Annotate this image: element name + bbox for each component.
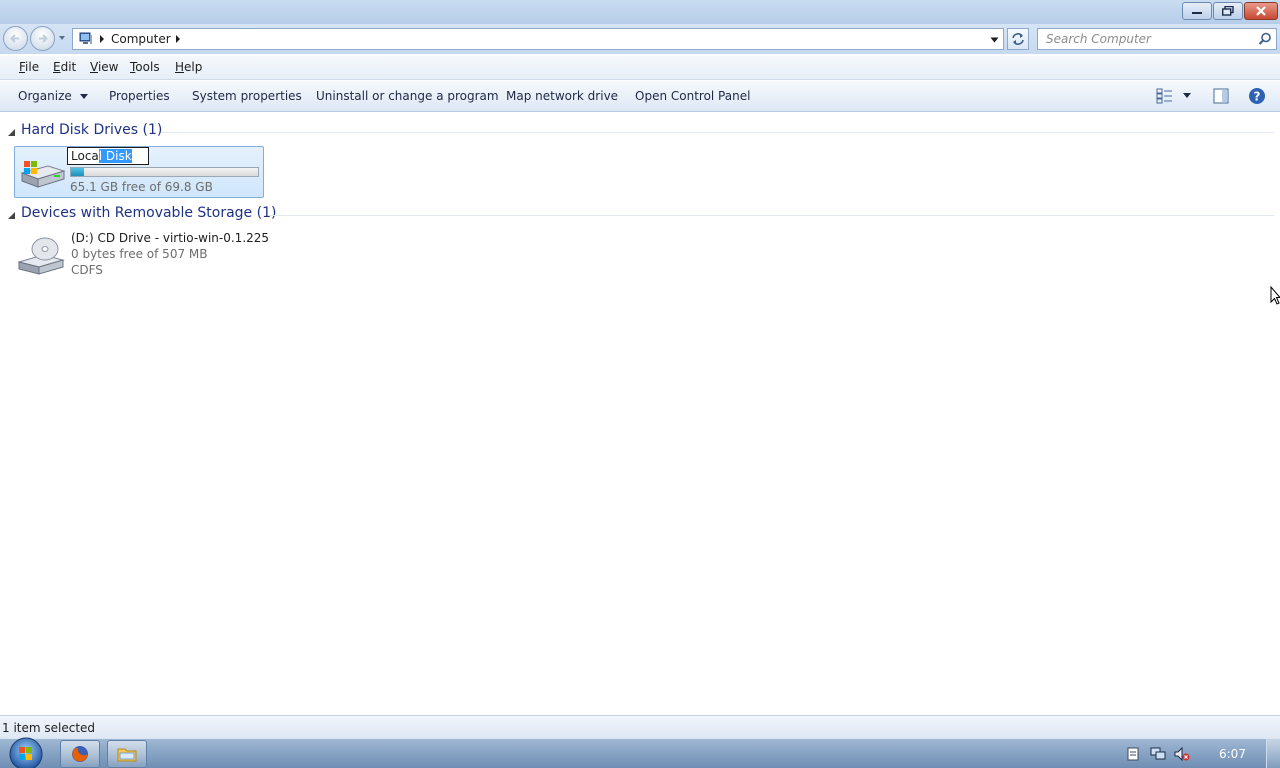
file-list: Hard Disk Drives (1) Local Disk 65.1 GB …: [0, 112, 1280, 715]
drive-name: (D:) CD Drive - virtio-win-0.1.225: [71, 231, 270, 245]
forward-button[interactable]: [30, 26, 55, 51]
preview-pane-icon[interactable]: [1213, 88, 1229, 104]
status-text: 1 item selected: [2, 721, 96, 735]
group-title: Hard Disk Drives (1): [21, 122, 163, 138]
drive-free-space: 0 bytes free of 507 MB: [71, 247, 208, 261]
disk-usage-bar: [70, 167, 259, 177]
title-bar: [0, 0, 1280, 24]
group-title: Devices with Removable Storage (1): [21, 205, 277, 221]
windows-hard-drive-icon: [20, 161, 66, 188]
drive-filesystem: CDFS: [71, 263, 103, 277]
open-control-panel-button[interactable]: Open Control Panel: [635, 89, 750, 103]
menu-file[interactable]: File: [19, 60, 39, 74]
action-center-icon[interactable]: [1127, 747, 1139, 761]
restore-icon: [1222, 6, 1234, 16]
close-icon: [1256, 6, 1266, 16]
collapse-triangle-icon[interactable]: [8, 129, 15, 136]
refresh-button[interactable]: [1007, 28, 1029, 50]
organize-button[interactable]: Organize: [18, 89, 88, 103]
network-icon[interactable]: [1150, 747, 1166, 761]
recent-pages-dropdown-icon[interactable]: [58, 33, 66, 43]
back-button[interactable]: [3, 26, 28, 51]
group-divider: [269, 215, 1274, 216]
windows-explorer-icon: [117, 748, 137, 762]
start-button[interactable]: [6, 737, 46, 768]
collapse-triangle-icon[interactable]: [8, 212, 15, 219]
restore-button[interactable]: [1213, 2, 1243, 20]
group-divider: [161, 132, 1274, 133]
close-button[interactable]: [1244, 2, 1278, 20]
svg-text:?: ?: [1254, 90, 1261, 104]
back-arrow-icon: [10, 34, 19, 43]
menu-view[interactable]: View: [90, 60, 118, 74]
system-properties-button[interactable]: System properties: [192, 89, 302, 103]
menu-file-rest: ile: [25, 60, 40, 74]
rename-unselected-text: Loca: [71, 149, 99, 163]
address-bar[interactable]: Computer: [72, 28, 1004, 50]
breadcrumb-arrow-icon[interactable]: [99, 35, 105, 43]
volume-muted-icon[interactable]: [1174, 747, 1190, 761]
menu-help-rest: elp: [184, 60, 203, 74]
drive-local-disk[interactable]: Local Disk 65.1 GB free of 69.8 GB: [14, 146, 264, 198]
menu-view-rest: iew: [97, 60, 119, 74]
search-placeholder: Search Computer: [1046, 32, 1151, 46]
taskbar-firefox[interactable]: [60, 740, 100, 768]
menu-view-key: V: [90, 60, 98, 74]
map-network-drive-button[interactable]: Map network drive: [506, 89, 618, 103]
rename-selected-text: l Disk: [98, 149, 132, 163]
disk-usage-fill: [71, 168, 84, 176]
minimize-icon: [1192, 12, 1202, 14]
menu-bar: File Edit View Tools Help: [0, 56, 1280, 80]
cd-drive-icon: [17, 237, 65, 275]
breadcrumb-arrow-icon[interactable]: [175, 35, 181, 43]
menu-help[interactable]: Help: [175, 60, 202, 74]
rename-field[interactable]: Local Disk: [67, 147, 149, 165]
menu-edit[interactable]: Edit: [53, 60, 76, 74]
address-history-dropdown-icon[interactable]: [990, 36, 999, 44]
forward-arrow-icon: [39, 34, 48, 43]
firefox-icon: [72, 746, 88, 762]
breadcrumb-computer[interactable]: Computer: [111, 32, 171, 46]
chevron-down-icon: [79, 93, 88, 99]
taskbar-clock[interactable]: 6:07: [1219, 747, 1246, 761]
help-icon[interactable]: ?: [1248, 87, 1266, 105]
drive-cd-virtio[interactable]: (D:) CD Drive - virtio-win-0.1.225 0 byt…: [14, 230, 269, 282]
group-header-hard-disks[interactable]: Hard Disk Drives (1): [6, 122, 1274, 142]
command-bar: Organize Properties System properties Un…: [0, 81, 1280, 112]
minimize-button[interactable]: [1182, 2, 1212, 20]
status-bar: 1 item selected: [0, 715, 1280, 738]
refresh-icon: [1012, 33, 1024, 45]
taskbar-windows-explorer[interactable]: [107, 740, 147, 768]
show-desktop-button[interactable]: [1266, 739, 1280, 768]
organize-label: Organize: [18, 89, 72, 103]
menu-edit-key: E: [53, 60, 61, 74]
views-dropdown-icon[interactable]: [1183, 93, 1191, 99]
search-icon[interactable]: [1258, 32, 1272, 46]
change-view-icon[interactable]: [1156, 88, 1174, 104]
drive-free-space: 65.1 GB free of 69.8 GB: [70, 180, 213, 194]
properties-button[interactable]: Properties: [109, 89, 170, 103]
taskbar: 6:07: [0, 737, 1280, 768]
group-header-removable[interactable]: Devices with Removable Storage (1): [6, 205, 1274, 225]
menu-edit-rest: dit: [60, 60, 77, 74]
menu-help-key: H: [175, 60, 185, 74]
menu-tools[interactable]: Tools: [130, 60, 160, 74]
navigation-bar: Computer Search Computer: [0, 24, 1280, 54]
menu-tools-rest: ools: [135, 60, 160, 74]
computer-icon: [79, 32, 92, 44]
search-input[interactable]: Search Computer: [1037, 28, 1277, 50]
mouse-cursor-icon: [1270, 286, 1280, 305]
uninstall-program-button[interactable]: Uninstall or change a program: [316, 89, 499, 103]
